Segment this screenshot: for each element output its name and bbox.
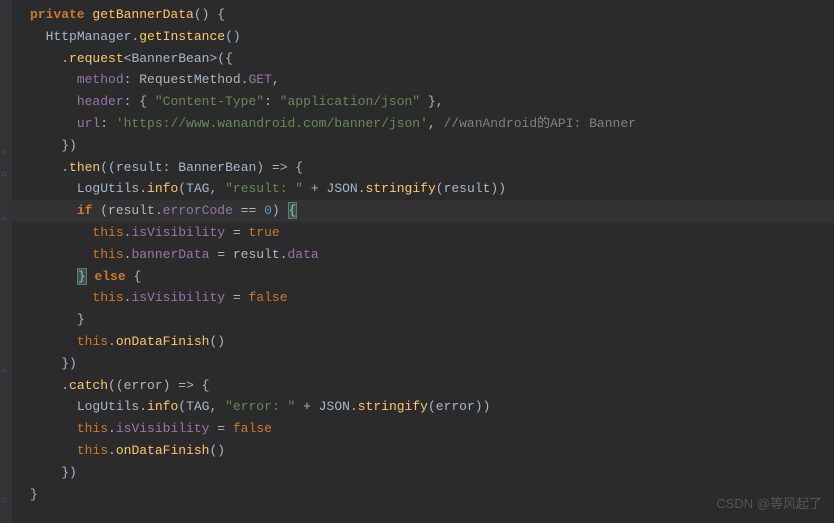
keyword-this: this xyxy=(92,225,123,240)
method-call: info xyxy=(147,181,178,196)
keyword-if: if xyxy=(77,203,93,218)
code-line[interactable]: .catch((error) => { xyxy=(0,375,834,397)
property: method xyxy=(77,72,124,87)
string-literal: 'https://www.wanandroid.com/banner/json' xyxy=(116,116,428,131)
code-line[interactable]: LogUtils.info(TAG, "result: " + JSON.str… xyxy=(0,178,834,200)
keyword-this: this xyxy=(77,443,108,458)
keyword-false: false xyxy=(248,290,287,305)
brace-match: { xyxy=(288,202,298,219)
brace-match: } xyxy=(77,268,87,285)
code-line[interactable]: } xyxy=(0,484,834,506)
code-line[interactable]: HttpManager.getInstance() xyxy=(0,26,834,48)
keyword-else: else xyxy=(94,269,125,284)
code-line[interactable]: this.isVisibility = true xyxy=(0,222,834,244)
code-line[interactable]: this.isVisibility = false xyxy=(0,418,834,440)
string-literal: "application/json" xyxy=(280,94,420,109)
keyword-this: this xyxy=(92,290,123,305)
method-call: stringify xyxy=(358,399,428,414)
keyword-this: this xyxy=(77,421,108,436)
gutter-bookmark-icon: ⌂ xyxy=(1,164,11,174)
gutter-bookmark-icon: ⌂ xyxy=(1,360,11,370)
code-line[interactable]: LogUtils.info(TAG, "error: " + JSON.stri… xyxy=(0,396,834,418)
method-call: info xyxy=(147,399,178,414)
method-call: catch xyxy=(69,378,108,393)
string-literal: "error: " xyxy=(225,399,295,414)
code-line[interactable]: private getBannerData() { xyxy=(0,4,834,26)
watermark-text: CSDN @等风起了 xyxy=(716,493,822,515)
type-annotation: BannerBean xyxy=(178,160,256,175)
code-line[interactable]: this.isVisibility = false xyxy=(0,287,834,309)
code-line[interactable]: } xyxy=(0,309,834,331)
method-call: then xyxy=(69,160,100,175)
code-line[interactable]: header: { "Content-Type": "application/j… xyxy=(0,91,834,113)
keyword-false: false xyxy=(233,421,272,436)
method-call: onDataFinish xyxy=(116,443,210,458)
method-call: request xyxy=(69,51,124,66)
method-call: onDataFinish xyxy=(116,334,210,349)
editor-gutter: ⌂ ⌂ ⌂ ⌂ ⌂ xyxy=(0,0,12,523)
gutter-bookmark-icon: ⌂ xyxy=(1,208,11,218)
code-line[interactable]: this.onDataFinish() xyxy=(0,440,834,462)
keyword-true: true xyxy=(248,225,279,240)
code-line[interactable]: }) xyxy=(0,462,834,484)
function-name: getBannerData xyxy=(92,7,193,22)
number-literal: 0 xyxy=(264,203,272,218)
keyword-private: private xyxy=(30,7,85,22)
gutter-bookmark-icon: ⌂ xyxy=(1,490,11,500)
string-literal: "result: " xyxy=(225,181,303,196)
code-line[interactable]: }) xyxy=(0,353,834,375)
keyword-this: this xyxy=(77,334,108,349)
code-line[interactable]: this.onDataFinish() xyxy=(0,331,834,353)
code-line[interactable]: }) xyxy=(0,135,834,157)
comment: //wanAndroid的API: Banner xyxy=(444,116,636,131)
code-line[interactable]: this.bannerData = result.data xyxy=(0,244,834,266)
code-line-current[interactable]: if (result.errorCode == 0) { xyxy=(0,200,834,222)
method-call: getInstance xyxy=(139,29,225,44)
code-editor[interactable]: private getBannerData() { HttpManager.ge… xyxy=(0,0,834,505)
method-call: stringify xyxy=(366,181,436,196)
code-line[interactable]: method: RequestMethod.GET, xyxy=(0,69,834,91)
code-line[interactable]: .then((result: BannerBean) => { xyxy=(0,157,834,179)
code-line[interactable]: url: 'https://www.wanandroid.com/banner/… xyxy=(0,113,834,135)
keyword-this: this xyxy=(92,247,123,262)
gutter-bookmark-icon: ⌂ xyxy=(1,142,11,152)
code-line[interactable]: } else { xyxy=(0,266,834,288)
type-param: BannerBean xyxy=(131,51,209,66)
property: url xyxy=(77,116,100,131)
code-line[interactable]: .request<BannerBean>({ xyxy=(0,48,834,70)
property: header xyxy=(77,94,124,109)
string-literal: "Content-Type" xyxy=(155,94,264,109)
